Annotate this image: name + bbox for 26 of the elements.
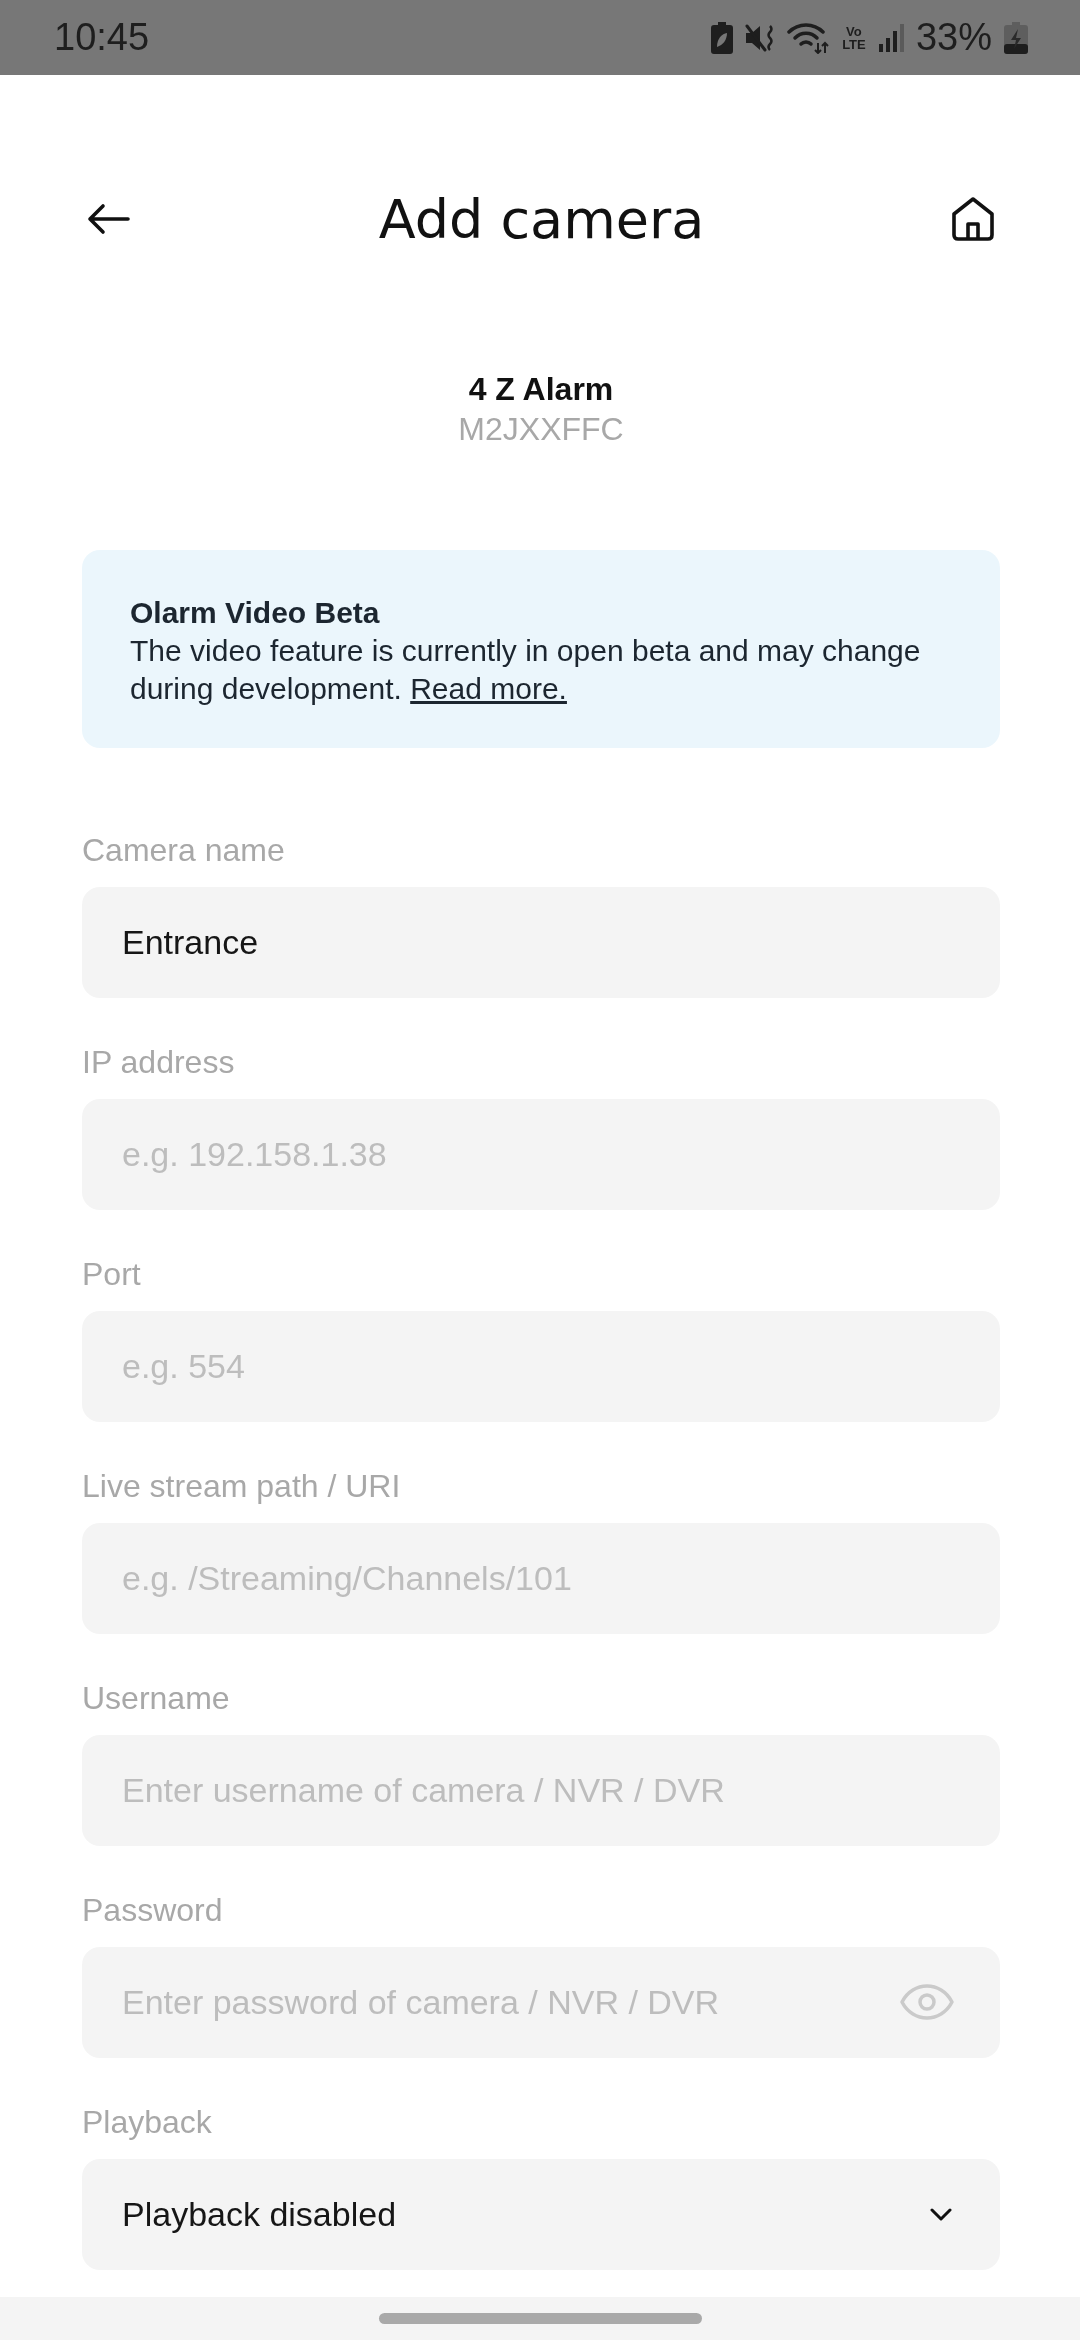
field-label: Camera name [82,831,286,870]
battery-percentage: 33% [915,16,992,59]
status-time: 10:45 [54,16,150,59]
dropdown[interactable]: Playback disabled [82,2159,1000,2270]
device-serial: M2JXXFFC [458,410,624,449]
field-label: Password [82,1891,224,1930]
read-more-link[interactable]: Read more. [410,672,567,705]
mute-icon [744,22,775,53]
chevron-down-icon [930,2208,952,2221]
wifi-icon [786,21,829,54]
notice-text: The video feature is currently in open beta and may change during development. Read more. [130,633,922,707]
field-label: IP address [82,1043,236,1082]
battery-charging-icon [1004,21,1028,54]
field-label: Live stream path / URI [82,1467,402,1506]
device-name: 4 Z Alarm [468,370,614,409]
field-label: Port [82,1255,142,1294]
notice-title: Olarm Video Beta [130,595,381,631]
field-label: Playback [82,2103,213,2142]
text-field[interactable]: Entrance [82,887,1000,998]
signal-icon [878,23,904,52]
field-label: Username [82,1679,231,1718]
battery-saver-icon [710,21,733,54]
network-type-label: Vo LTE [841,24,867,51]
back-arrow-icon[interactable] [86,203,130,235]
page-title: Add camera [378,187,705,251]
home-icon[interactable] [949,195,997,243]
